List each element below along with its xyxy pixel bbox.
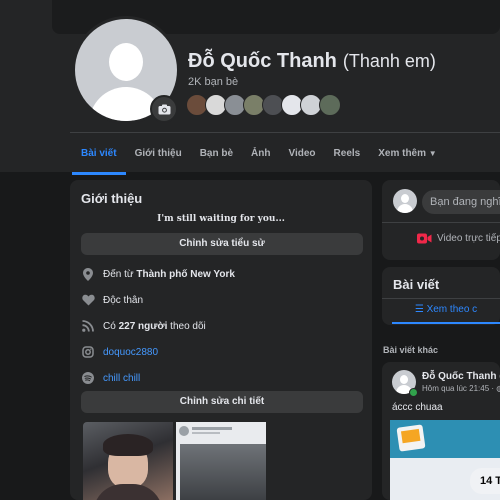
bio-text: I'm still waiting for you... — [157, 214, 285, 224]
avatar-body-shape — [397, 204, 413, 213]
spotify-link[interactable]: chill chill — [103, 373, 140, 384]
instagram-link[interactable]: doquoc2880 — [103, 347, 158, 358]
tab-photos[interactable]: Ảnh — [242, 140, 279, 172]
edit-details-button[interactable]: Chỉnh sửa chi tiết — [81, 391, 363, 413]
profile-nickname: (Thanh em) — [342, 51, 436, 71]
tab-about[interactable]: Giới thiệu — [126, 140, 191, 172]
tab-posts[interactable]: Bài viết — [72, 140, 126, 175]
hometown-row: Đến từ Thành phố New York — [81, 267, 235, 281]
screenshot-avatar-shape — [179, 426, 189, 436]
post-preview-badge: 14 T — [470, 468, 500, 494]
friend-avatars[interactable] — [186, 94, 341, 116]
posts-title: Bài viết — [393, 277, 440, 292]
composer-divider — [382, 222, 500, 223]
avatar-head-shape — [400, 375, 408, 384]
post-time[interactable]: Hôm qua lúc 21:45 · ◍ — [422, 384, 500, 393]
avatar-head-shape — [109, 43, 143, 81]
tab-more[interactable]: Xem thêm ▼ — [369, 140, 446, 172]
caret-down-icon: ▼ — [428, 149, 437, 158]
header-divider — [70, 132, 500, 133]
friend-avatar[interactable] — [319, 94, 341, 116]
profile-name: Đỗ Quốc Thanh (Thanh em) — [188, 50, 436, 73]
intro-title: Giới thiệu — [81, 191, 143, 206]
heart-icon — [81, 293, 95, 307]
other-posts-label: Bài viết khác — [383, 345, 439, 355]
location-pin-icon — [81, 267, 95, 281]
rss-feed-icon — [81, 319, 95, 333]
hometown-prefix: Đến từ — [103, 268, 134, 280]
online-status-dot — [409, 388, 418, 397]
featured-photo-2[interactable] — [176, 422, 266, 500]
relationship-row: Độc thân — [81, 293, 143, 307]
followers-suffix: theo dõi — [170, 320, 206, 332]
composer-avatar[interactable] — [393, 189, 417, 213]
post-author-name[interactable]: Đỗ Quốc Thanh — [422, 371, 496, 382]
screenshot-line-shape — [192, 432, 220, 434]
live-video-icon — [417, 233, 432, 244]
update-avatar-button[interactable] — [150, 95, 178, 123]
camera-icon — [158, 104, 170, 114]
photo-hair-shape — [103, 434, 153, 456]
relationship-status: Độc thân — [103, 294, 144, 306]
tab-more-label: Xem thêm — [378, 148, 427, 159]
post-time-text: Hôm qua lúc 21:45 · — [422, 384, 495, 393]
followers-count[interactable]: 227 người — [119, 321, 168, 332]
featured-photo-1[interactable] — [83, 422, 173, 500]
live-video-button[interactable]: Video trực tiếp — [417, 233, 500, 244]
spotify-row: chill chill — [81, 371, 140, 385]
instagram-row: doquoc2880 — [81, 345, 158, 359]
followers-prefix: Có — [103, 320, 116, 332]
tab-friends[interactable]: Bạn bè — [191, 140, 242, 172]
instagram-icon — [81, 345, 95, 359]
screenshot-image-shape — [180, 444, 266, 500]
whats-on-your-mind-input[interactable]: Bạn đang nghĩ — [422, 190, 500, 214]
list-view-tab[interactable]: ☰ Xem theo c — [392, 304, 500, 324]
sticker-image-shape — [400, 428, 421, 444]
post-image[interactable]: 14 T — [390, 420, 500, 500]
list-view-icon: ☰ — [414, 304, 424, 315]
tab-video[interactable]: Video — [279, 140, 324, 172]
profile-tabs: Bài viết Giới thiệu Bạn bè Ảnh Video Ree… — [72, 140, 446, 175]
post-author-line: Đỗ Quốc Thanh đã — [422, 371, 500, 382]
privacy-globe-icon: ◍ — [496, 384, 500, 393]
tab-reels[interactable]: Reels — [325, 140, 370, 172]
friends-count[interactable]: 2K bạn bè — [188, 76, 238, 88]
list-view-label: Xem theo c — [426, 304, 478, 315]
post-text: áccc chuaa — [392, 402, 443, 413]
spotify-icon — [81, 371, 95, 385]
edit-bio-button[interactable]: Chỉnh sửa tiểu sử — [81, 233, 363, 255]
followers-row: Có 227 người theo dõi — [81, 319, 206, 333]
photo-shirt-shape — [93, 484, 163, 500]
screenshot-line-shape — [192, 427, 232, 430]
avatar-head-shape — [401, 194, 409, 203]
profile-name-text: Đỗ Quốc Thanh — [188, 50, 337, 72]
hometown-link[interactable]: Thành phố New York — [136, 269, 235, 280]
photo-sticker-icon — [396, 424, 426, 452]
live-video-label: Video trực tiếp — [437, 233, 500, 244]
posts-divider — [382, 298, 500, 299]
